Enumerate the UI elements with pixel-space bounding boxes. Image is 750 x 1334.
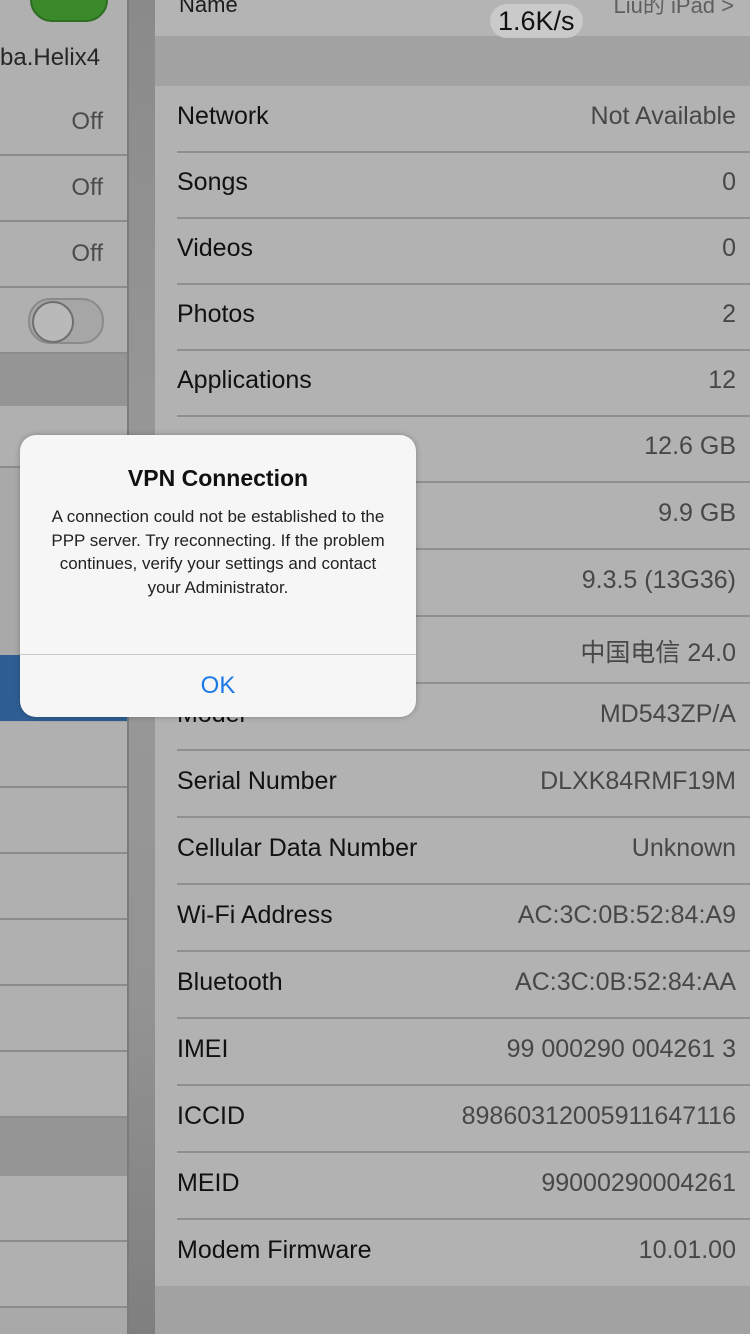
- info-label: MEID: [177, 1169, 240, 1197]
- info-row-videos: Videos 0: [155, 218, 750, 285]
- toggle-switch-off[interactable]: [28, 298, 104, 344]
- left-row[interactable]: [0, 788, 127, 854]
- info-row-applications: Applications 12: [155, 350, 750, 417]
- info-row-songs: Songs 0: [155, 152, 750, 219]
- alert-title: VPN Connection: [127, 465, 309, 491]
- info-label: Applications: [177, 366, 312, 394]
- info-label: Videos: [177, 234, 253, 262]
- alert-message: A connection could not be established to…: [51, 507, 385, 597]
- info-label: IMEI: [177, 1035, 229, 1063]
- info-value: 中国电信 24.0: [580, 639, 736, 667]
- info-value: DLXK84RMF19M: [540, 767, 736, 795]
- info-value: 9.3.5 (13G36): [581, 566, 736, 594]
- left-section-gap: [0, 354, 127, 406]
- info-value: 12: [708, 366, 736, 394]
- info-row-imei: IMEI 99 000290 004261 3: [155, 1019, 750, 1086]
- off-label: Off: [71, 240, 103, 267]
- ok-button[interactable]: OK: [20, 655, 416, 717]
- left-row[interactable]: [0, 1052, 127, 1118]
- left-section-gap: [0, 1118, 127, 1176]
- info-label: Songs: [177, 168, 248, 196]
- info-value: AC:3C:0B:52:84:AA: [515, 968, 736, 996]
- info-row-network: Network Not Available: [155, 86, 750, 153]
- left-row-off-3[interactable]: Off: [0, 222, 127, 288]
- name-value: Liu的 iPad >: [613, 0, 734, 18]
- info-value: Unknown: [631, 834, 736, 862]
- info-value: 12.6 GB: [644, 432, 736, 460]
- info-value: 89860312005911647116: [461, 1102, 736, 1130]
- info-value: AC:3C:0B:52:84:A9: [517, 901, 736, 929]
- info-value: Not Available: [590, 102, 736, 130]
- left-row[interactable]: [0, 722, 127, 788]
- info-value: 0: [722, 168, 736, 196]
- info-row-bluetooth: Bluetooth AC:3C:0B:52:84:AA: [155, 952, 750, 1019]
- name-row[interactable]: Name Liu的 iPad >: [155, 0, 750, 36]
- info-row-photos: Photos 2: [155, 284, 750, 351]
- left-row[interactable]: [0, 1242, 127, 1308]
- info-value: 10.01.00: [638, 1236, 736, 1264]
- info-value: MD543ZP/A: [599, 700, 736, 728]
- left-row-network[interactable]: ba.Helix4: [0, 26, 127, 92]
- info-label: Cellular Data Number: [177, 834, 418, 862]
- left-row[interactable]: [0, 986, 127, 1052]
- info-label: ICCID: [177, 1102, 246, 1130]
- info-row-wifi-address: Wi-Fi Address AC:3C:0B:52:84:A9: [155, 885, 750, 952]
- info-value: 9.9 GB: [658, 499, 736, 527]
- toggle-switch-on[interactable]: [30, 0, 108, 22]
- network-speed-indicator: 1.6K/s: [490, 4, 583, 38]
- info-value: 0: [722, 234, 736, 262]
- info-row-cellular-data-number: Cellular Data Number Unknown: [155, 818, 750, 885]
- info-label: Photos: [177, 300, 255, 328]
- off-label: Off: [71, 174, 103, 201]
- toggle-knob: [32, 301, 74, 343]
- wifi-network-name: ba.Helix4: [0, 44, 101, 71]
- info-label: Wi-Fi Address: [177, 901, 333, 929]
- left-row[interactable]: [0, 1176, 127, 1242]
- vpn-alert-dialog: VPN Connection A connection could not be…: [20, 435, 416, 717]
- info-label: Network: [177, 102, 269, 130]
- info-row-modem-firmware: Modem Firmware 10.01.00: [155, 1220, 750, 1287]
- off-label: Off: [71, 108, 103, 135]
- info-row-meid: MEID 99000290004261: [155, 1153, 750, 1220]
- info-value: 2: [722, 300, 736, 328]
- info-label: Modem Firmware: [177, 1236, 372, 1264]
- left-row[interactable]: [0, 920, 127, 986]
- info-value: 99000290004261: [541, 1169, 736, 1197]
- left-row[interactable]: [0, 854, 127, 920]
- info-value: 99 000290 004261 3: [506, 1035, 736, 1063]
- name-label: Name: [179, 0, 238, 17]
- info-row-serial-number: Serial Number DLXK84RMF19M: [155, 751, 750, 818]
- info-row-iccid: ICCID 89860312005911647116: [155, 1086, 750, 1153]
- info-label: Serial Number: [177, 767, 337, 795]
- left-row-off-1[interactable]: Off: [0, 90, 127, 156]
- left-row-toggle-on[interactable]: [0, 0, 127, 28]
- info-label: Bluetooth: [177, 968, 283, 996]
- left-row-toggle-off[interactable]: [0, 288, 127, 354]
- left-row-off-2[interactable]: Off: [0, 156, 127, 222]
